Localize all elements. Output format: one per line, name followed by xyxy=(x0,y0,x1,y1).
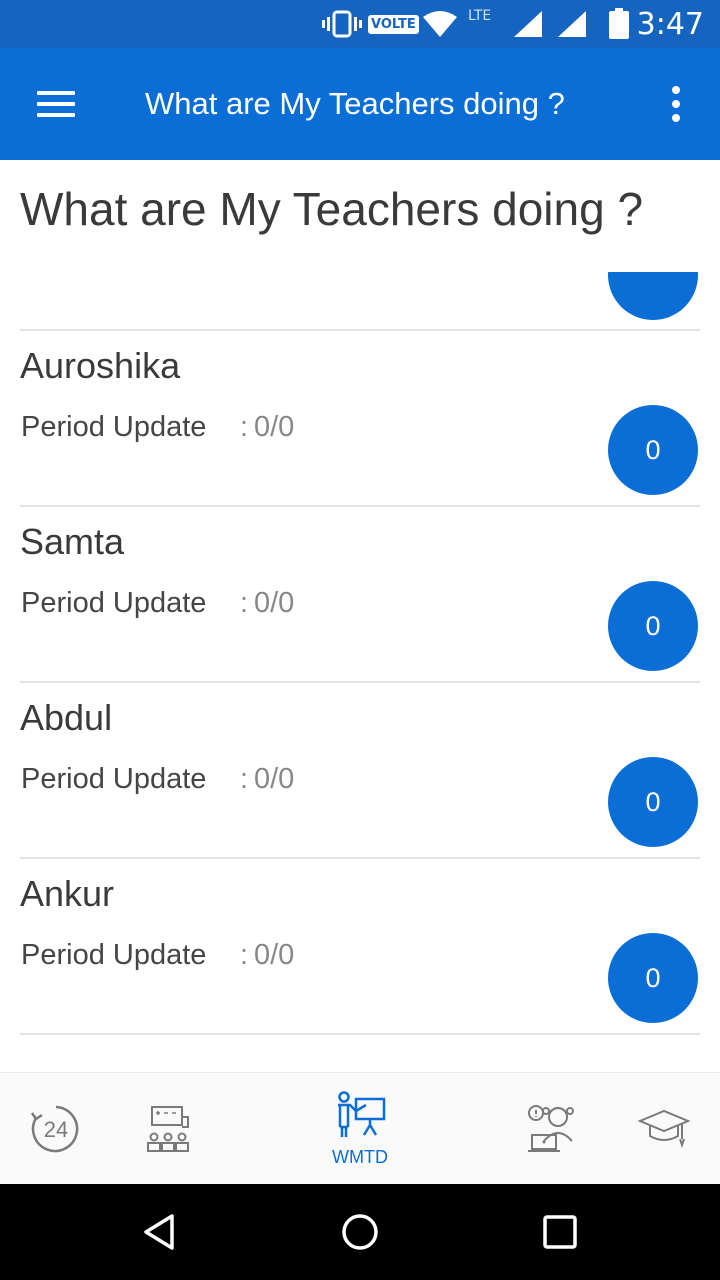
hamburger-icon xyxy=(37,91,75,117)
back-button[interactable] xyxy=(126,1198,194,1266)
status-bar: VOLTE LTE 3:47 xyxy=(0,0,720,48)
nav-item-graduation[interactable] xyxy=(632,1073,696,1185)
classroom-icon xyxy=(147,1106,189,1152)
period-separator: : xyxy=(240,587,249,619)
period-separator: : xyxy=(240,763,249,795)
nav-label-wmtd: WMTD xyxy=(332,1146,388,1167)
nav-item-student[interactable] xyxy=(520,1073,584,1185)
period-update-value: 0/0 xyxy=(254,587,295,619)
battery-icon xyxy=(608,0,630,48)
period-update-label: Period Update xyxy=(21,411,207,443)
dot-icon xyxy=(672,86,680,94)
count-badge[interactable]: 0 xyxy=(608,405,698,495)
signal-icon-2 xyxy=(556,0,588,48)
nav-item-classroom[interactable] xyxy=(136,1073,200,1185)
period-update-label: Period Update xyxy=(21,763,207,795)
menu-button[interactable] xyxy=(26,76,86,132)
teacher-name: Auroshika xyxy=(20,345,181,386)
dot-icon xyxy=(672,114,680,122)
period-update-value: 0/0 xyxy=(254,939,295,971)
period-update-label: Period Update xyxy=(21,587,207,619)
teacher-name: Ankur xyxy=(20,873,115,914)
nav-item-24-hours[interactable]: 24 xyxy=(24,1073,88,1185)
nav-item-wmtd[interactable]: WMTD xyxy=(318,1073,402,1185)
24-hours-label: 24 xyxy=(44,1117,68,1142)
period-update-value: 0/0 xyxy=(254,763,295,795)
vibrate-icon xyxy=(322,0,362,48)
app-bar: What are My Teachers doing ? xyxy=(0,48,720,160)
teacher-name: Abdul xyxy=(20,697,113,738)
period-separator: : xyxy=(240,939,249,971)
teacher-row[interactable]: Samta Period Update : 0/0 0 xyxy=(20,507,700,683)
teacher-row[interactable]: Abdul Period Update : 0/0 0 xyxy=(20,683,700,859)
period-update-label: Period Update xyxy=(21,939,207,971)
system-navigation-bar xyxy=(0,1184,720,1280)
teacher-list[interactable]: Auroshika Period Update : 0/0 0 Samta Pe… xyxy=(20,272,700,1072)
lte-icon: LTE xyxy=(468,8,492,24)
dot-icon xyxy=(672,100,680,108)
back-triangle-icon xyxy=(144,1214,174,1250)
bottom-navigation: 24 WMTD xyxy=(0,1072,720,1184)
volte-badge: VOLTE xyxy=(368,0,419,48)
graduation-cap-icon xyxy=(637,1109,691,1149)
count-badge[interactable]: 0 xyxy=(608,581,698,671)
overflow-menu-button[interactable] xyxy=(656,82,696,126)
teacher-name: Samta xyxy=(20,521,125,562)
student-laptop-icon xyxy=(528,1105,574,1152)
count-badge[interactable]: 0 xyxy=(608,933,698,1023)
page-title: What are My Teachers doing ? xyxy=(20,183,644,235)
wifi-icon xyxy=(422,0,458,48)
recents-button[interactable] xyxy=(526,1198,594,1266)
24-hours-icon: 24 xyxy=(30,1105,79,1153)
screen: VOLTE LTE 3:47 What are My Teachers doin… xyxy=(0,0,720,1280)
teacher-row[interactable]: Auroshika Period Update : 0/0 0 xyxy=(20,331,700,507)
signal-icon xyxy=(512,0,544,48)
teacher-row[interactable]: Ankur Period Update : 0/0 0 xyxy=(20,859,700,1035)
home-button[interactable] xyxy=(326,1198,394,1266)
status-time: 3:47 xyxy=(636,6,704,42)
app-bar-title: What are My Teachers doing ? xyxy=(145,86,565,121)
period-update-value: 0/0 xyxy=(254,411,295,443)
period-separator: : xyxy=(240,411,249,443)
count-badge[interactable]: 0 xyxy=(608,757,698,847)
count-badge-partial xyxy=(608,272,698,320)
teacher-board-icon xyxy=(338,1090,386,1137)
home-circle-icon xyxy=(342,1214,378,1250)
recents-square-icon xyxy=(543,1215,577,1249)
